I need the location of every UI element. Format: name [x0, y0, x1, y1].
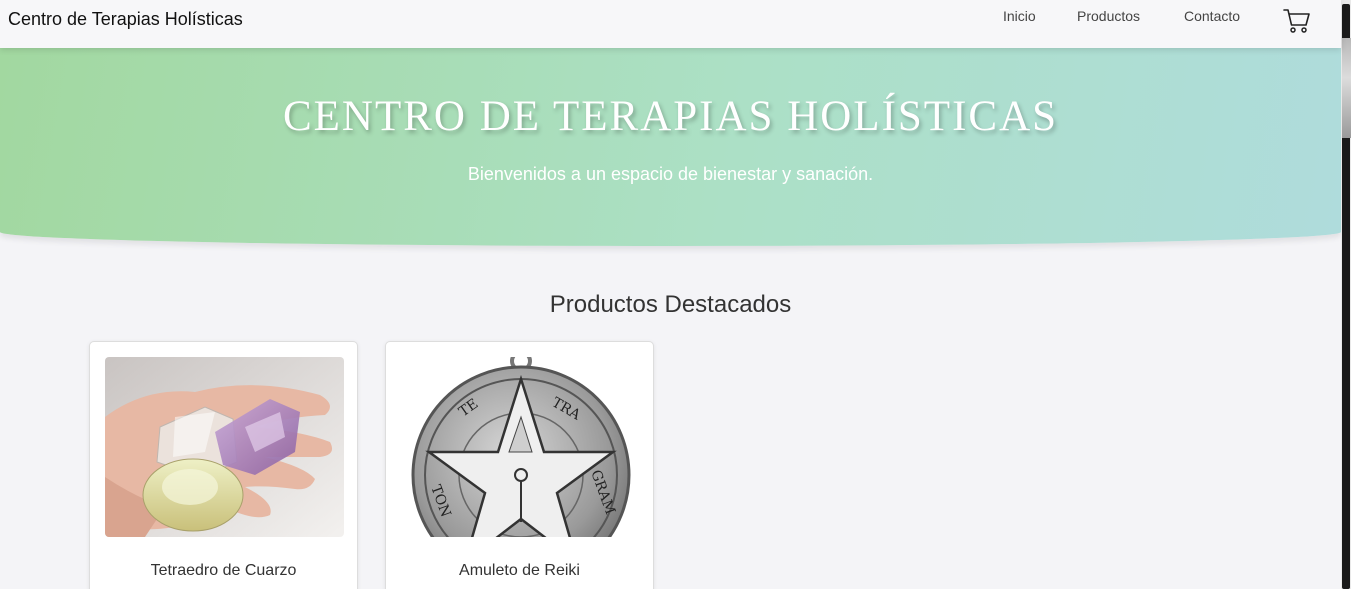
navbar: Centro de Terapias Holísticas Inicio Pro…: [0, 0, 1341, 48]
nav-link-productos[interactable]: Productos: [1077, 8, 1140, 24]
hero-banner: CENTRO DE TERAPIAS HOLÍSTICAS Bienvenido…: [0, 48, 1341, 246]
section-title: Productos Destacados: [549, 291, 792, 318]
product-name[interactable]: Amuleto de Reiki: [386, 562, 653, 580]
hero-subtitle: Bienvenidos a un espacio de bienestar y …: [467, 164, 874, 184]
brand-title[interactable]: Centro de Terapias Holísticas: [8, 9, 243, 30]
nav-link-inicio[interactable]: Inicio: [1003, 8, 1036, 24]
product-name[interactable]: Tetraedro de Cuarzo: [90, 562, 357, 580]
product-image-amulet[interactable]: TE TRA TON GRAM: [401, 357, 640, 537]
product-card[interactable]: Tetraedro de Cuarzo: [89, 341, 358, 589]
product-card[interactable]: TE TRA TON GRAM Amuleto de Reiki: [385, 341, 654, 589]
shopping-cart-icon[interactable]: [1282, 5, 1312, 35]
nav-link-contacto[interactable]: Contacto: [1184, 8, 1240, 24]
hero-title: CENTRO DE TERAPIAS HOLÍSTICAS: [282, 93, 1059, 140]
scrollbar-edge: [1342, 38, 1351, 138]
product-image-quartz[interactable]: [105, 357, 344, 537]
